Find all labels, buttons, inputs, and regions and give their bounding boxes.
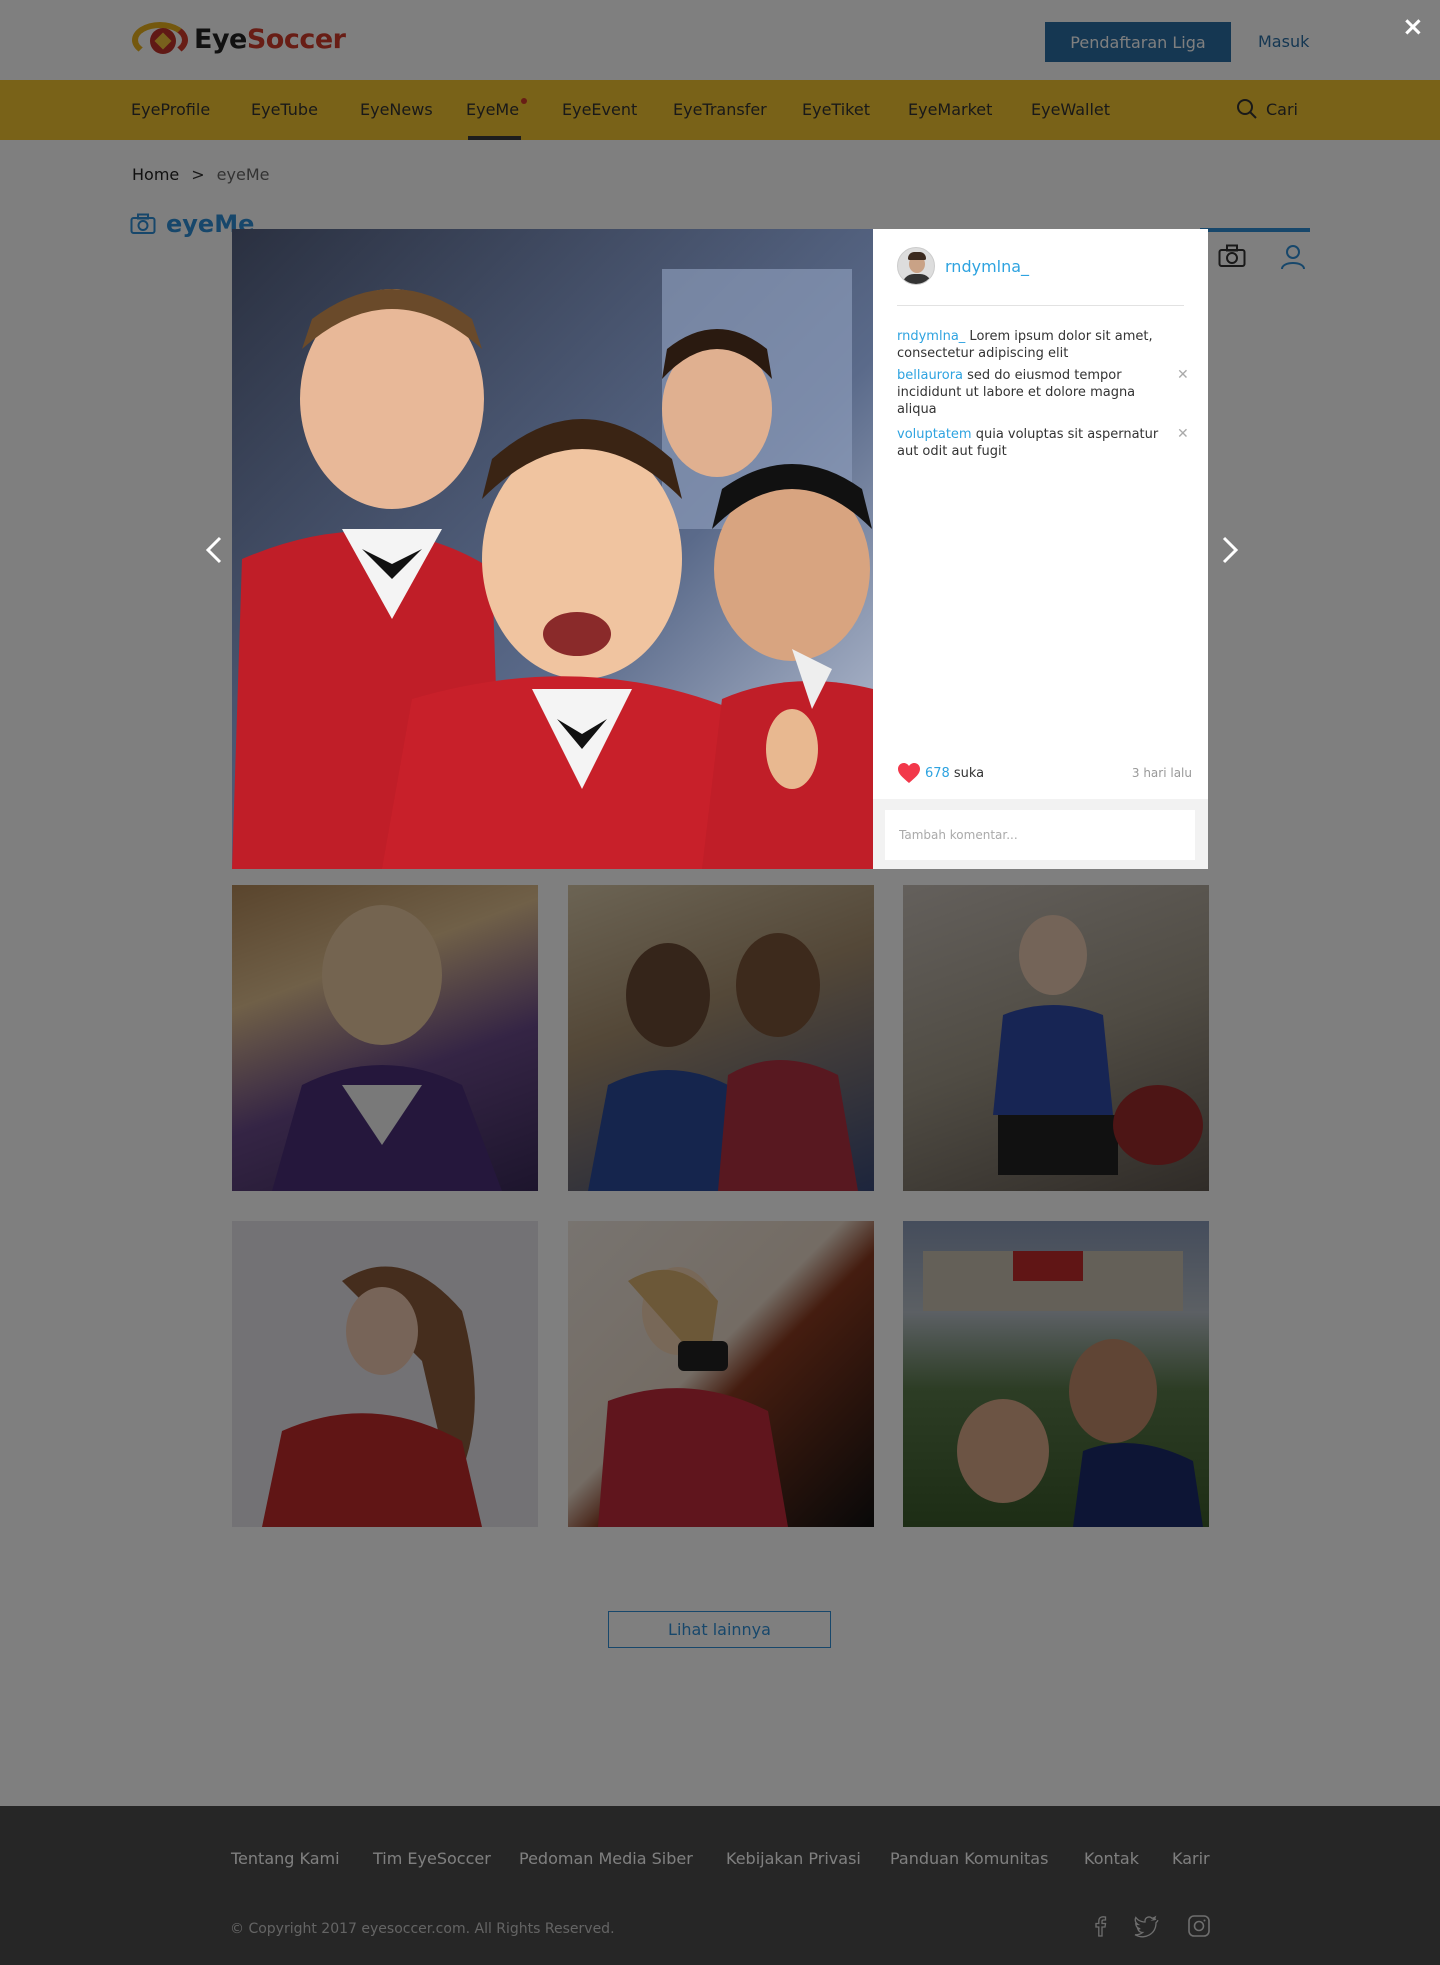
chevron-left-icon[interactable]	[200, 530, 230, 570]
comment-username[interactable]: rndymlna_	[897, 329, 965, 344]
post-timestamp: 3 hari lalu	[1131, 766, 1192, 780]
comment-username[interactable]: bellaurora	[897, 368, 963, 383]
modal-photo	[232, 229, 873, 869]
add-comment-input[interactable]	[885, 810, 1195, 860]
comment-item: voluptatem quia voluptas sit aspernatur …	[897, 426, 1167, 460]
comment-box	[873, 799, 1208, 869]
heart-icon[interactable]	[897, 762, 921, 784]
comment-item: bellaurora sed do eiusmod tempor incidid…	[897, 367, 1167, 418]
close-icon[interactable]: ×	[1402, 14, 1424, 40]
post-author[interactable]: rndymlna_	[897, 247, 1029, 285]
avatar	[897, 247, 935, 285]
chevron-right-icon[interactable]	[1214, 530, 1244, 570]
delete-comment-close-icon[interactable]: ✕	[1177, 426, 1189, 442]
delete-comment-close-icon[interactable]: ✕	[1177, 367, 1189, 383]
likes-label: suka	[953, 765, 985, 781]
comment-item: rndymlna_ Lorem ipsum dolor sit amet, co…	[897, 328, 1167, 362]
photo-placeholder	[232, 229, 873, 869]
post-username[interactable]: rndymlna_	[945, 257, 1029, 276]
likes-count[interactable]: 678	[925, 766, 950, 781]
comment-username[interactable]: voluptatem	[897, 427, 972, 442]
post-detail-panel: rndymlna_ rndymlna_ Lorem ipsum dolor si…	[873, 229, 1208, 869]
divider	[897, 305, 1184, 306]
likes-row: 678 suka 3 hari lalu	[897, 762, 1192, 784]
